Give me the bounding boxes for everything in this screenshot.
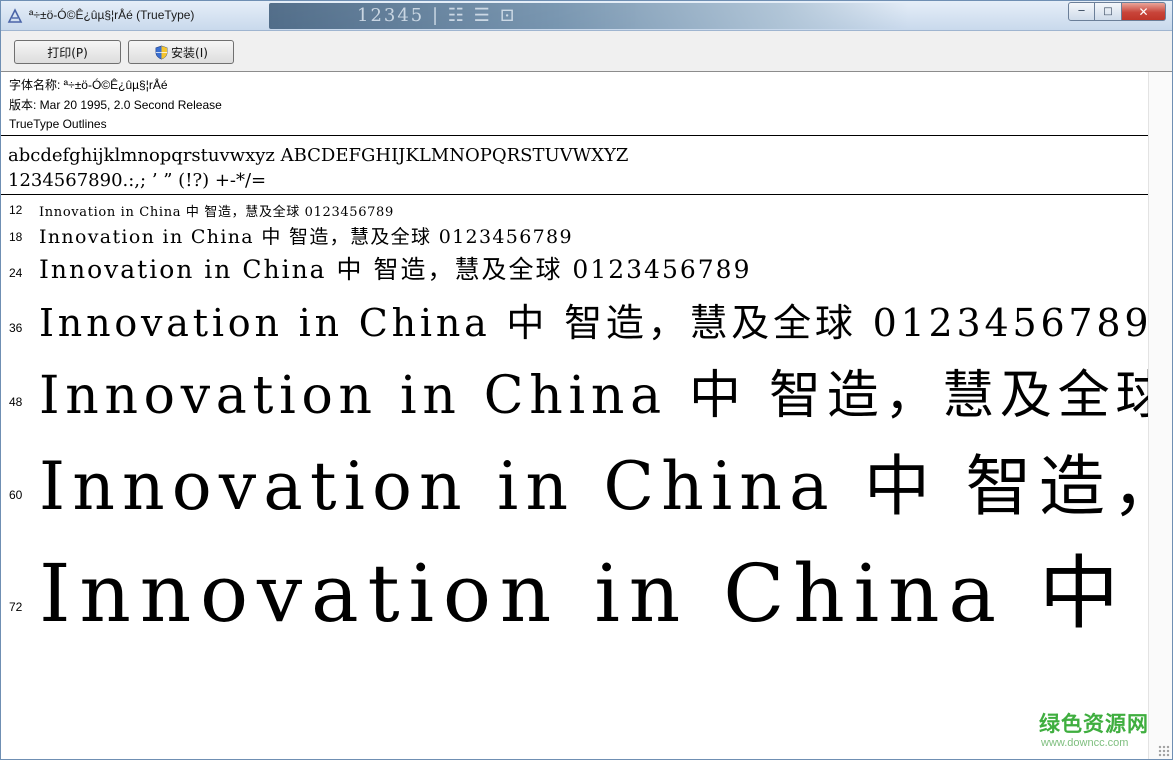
font-outline-type: TrueType Outlines [9,117,107,131]
sample-row: 72 Innovation in China 中 智造，慧及全球 0123456… [1,529,1149,639]
sample-size-label: 18 [9,230,23,244]
close-icon: ✕ [1138,4,1149,19]
character-set: abcdefghijklmnopqrstuvwxyz ABCDEFGHIJKLM… [8,143,628,193]
sample-text: Innovation in China 中 智造，慧及全球 0123456789 [39,205,394,220]
font-name: 字体名称: ª÷±ö-Ó©Ê¿ûµ§¦rÅé [9,78,168,92]
sample-row: 48 Innovation in China 中 智造，慧及全球 0123456… [1,353,1149,433]
toolbar: 打印(P) 安装(I) [1,31,1172,72]
sample-size-label: 24 [9,266,23,280]
minimize-icon: ─ [1078,6,1085,17]
sample-size-label: 36 [9,321,23,335]
maximize-icon: □ [1103,6,1113,17]
sample-size-label: 60 [9,488,23,502]
font-info: 字体名称: ª÷±ö-Ó©Ê¿ûµ§¦rÅé 版本: Mar 20 1995, … [9,76,222,135]
separator [1,194,1149,195]
font-file-icon [7,8,23,23]
sample-row: 18 Innovation in China 中 智造，慧及全球 0123456… [1,221,1149,251]
install-button-label: 安装(I) [171,45,208,60]
sample-row: 24 Innovation in China 中 智造，慧及全球 0123456… [1,250,1149,290]
sample-text: Innovation in China 中 智造，慧及全球 0123456789 [39,301,1149,345]
maximize-button[interactable]: □ [1095,2,1122,21]
title-bar[interactable]: ª÷±ö-Ó©Ê¿ûµ§¦rÅé (TrueType) 12345 | ☷ ☰ … [1,1,1172,31]
sample-text: Innovation in China 中 智造，慧及全球 0123456789 [39,366,1149,426]
close-button[interactable]: ✕ [1122,2,1166,21]
sample-row: 36 Innovation in China 中 智造，慧及全球 0123456… [1,291,1149,351]
title-bar-background-text: 12345 | ☷ ☰ ⊡ [357,5,517,26]
sample-size-label: 72 [9,600,23,614]
sample-row: 60 Innovation in China 中 智造，慧及全球 0123456… [1,433,1149,529]
font-viewer-window: ª÷±ö-Ó©Ê¿ûµ§¦rÅé (TrueType) 12345 | ☷ ☰ … [0,0,1173,760]
sample-size-label: 12 [9,203,23,217]
sample-size-label: 48 [9,395,23,409]
sample-row: 12 Innovation in China 中 智造，慧及全球 0123456… [1,200,1149,222]
vertical-scrollbar[interactable] [1148,72,1172,759]
sample-text: Innovation in China 中 智造，慧及全球 0123456789 [39,547,1149,639]
font-version: 版本: Mar 20 1995, 2.0 Second Release [9,97,222,112]
watermark-url: www.downcc.com [1041,737,1129,749]
watermark-logo: 绿色资源网 [1039,712,1149,736]
window-controls: ─ □ ✕ [1068,2,1166,22]
charset-letters: abcdefghijklmnopqrstuvwxyz ABCDEFGHIJKLM… [8,145,629,166]
sample-text: Innovation in China 中 智造，慧及全球 0123456789 [39,255,752,284]
separator [1,135,1149,136]
window-title: ª÷±ö-Ó©Ê¿ûµ§¦rÅé (TrueType) [29,8,195,22]
print-button[interactable]: 打印(P) [14,40,121,64]
title-bar-background-image: 12345 | ☷ ☰ ⊡ [269,3,909,29]
resize-grip-icon[interactable] [1158,745,1170,757]
uac-shield-icon [155,45,168,59]
charset-digits-symbols: 1234567890.:,; ’ ” (!?) +-*/= [8,170,267,191]
minimize-button[interactable]: ─ [1068,2,1095,21]
install-button[interactable]: 安装(I) [128,40,234,64]
sample-text: Innovation in China 中 智造，慧及全球 0123456789 [39,448,1149,525]
sample-text: Innovation in China 中 智造，慧及全球 0123456789 [39,226,573,248]
print-button-label: 打印(P) [47,45,88,60]
